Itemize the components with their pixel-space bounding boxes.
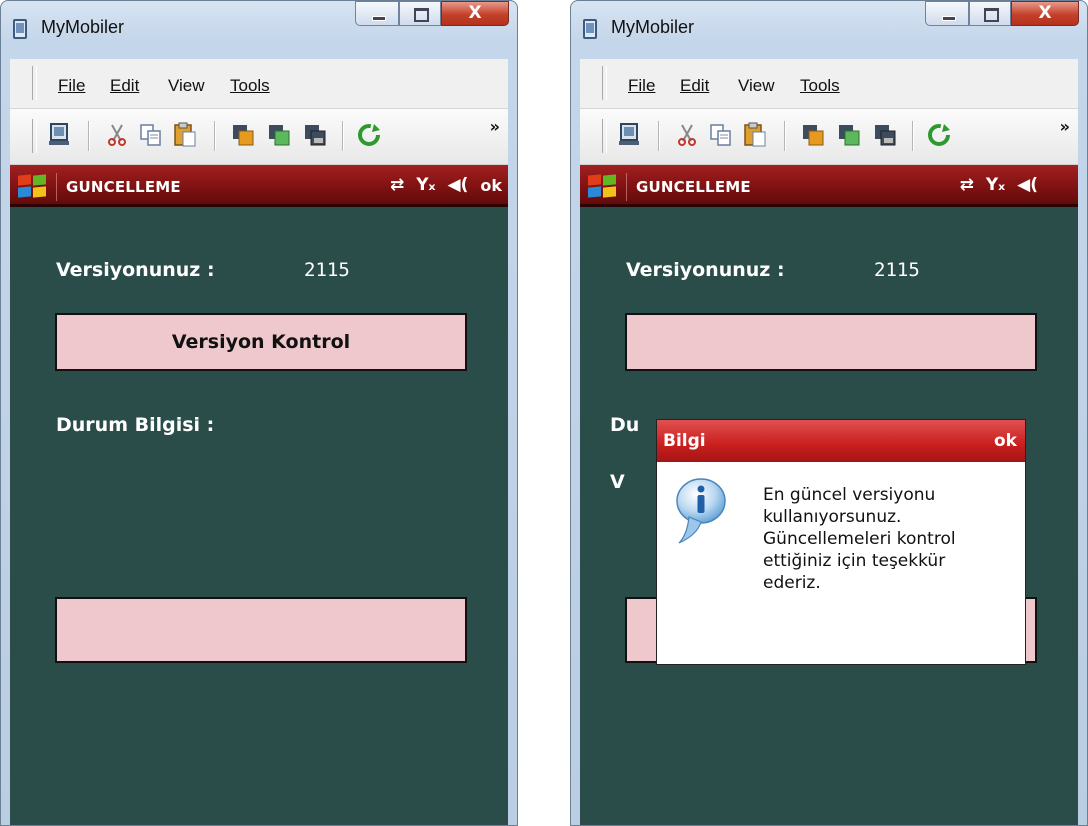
no-signal-icon[interactable]: Yₓ xyxy=(986,175,1005,195)
menu-file[interactable]: File xyxy=(628,76,655,96)
toolbar: » xyxy=(10,109,508,165)
info-icon xyxy=(676,478,726,544)
receive-file-icon[interactable] xyxy=(836,122,862,148)
connectivity-icon[interactable]: ⇄ xyxy=(390,175,404,195)
toolbar-grip[interactable] xyxy=(602,119,607,153)
title-separator xyxy=(56,173,57,201)
window-title: MyMobiler xyxy=(611,17,695,37)
toolbar-separator xyxy=(88,121,90,151)
device-status-icons: ⇄ Yₓ ◀( ok xyxy=(390,175,502,195)
volume-icon[interactable]: ◀( xyxy=(1017,175,1038,195)
app-icon xyxy=(583,19,597,39)
status-label: Durum Bilgisi : xyxy=(56,414,215,436)
windows-start-icon[interactable] xyxy=(18,174,48,199)
device-screen: GUNCELLEME ⇄ Yₓ ◀( ok Versiyonunuz : 211… xyxy=(10,165,508,825)
menu-tools[interactable]: Tools xyxy=(230,76,270,96)
menu-grip[interactable] xyxy=(32,66,37,100)
refresh-icon[interactable] xyxy=(356,122,382,148)
send-file-icon[interactable] xyxy=(800,122,826,148)
close-icon: X xyxy=(468,3,482,23)
toolbar-overflow-chevron-icon[interactable]: » xyxy=(490,117,500,136)
device-icon[interactable] xyxy=(46,122,72,148)
toolbar-separator xyxy=(658,121,660,151)
app-icon xyxy=(13,19,27,39)
toolbar-overflow-chevron-icon[interactable]: » xyxy=(1060,117,1070,136)
toolbar-separator xyxy=(214,121,216,151)
volume-icon[interactable]: ◀( xyxy=(448,175,469,195)
minimize-button[interactable] xyxy=(355,1,399,26)
menu-bar: File Edit View Tools xyxy=(10,59,508,109)
device-title-bar: GUNCELLEME ⇄ Yₓ ◀( xyxy=(580,165,1078,207)
maximize-button[interactable] xyxy=(969,1,1011,26)
window-client: File Edit View Tools » GUNCELLEME ⇄ Yₓ ◀… xyxy=(580,59,1078,825)
cut-icon[interactable] xyxy=(674,122,700,148)
device-app-title: GUNCELLEME xyxy=(66,178,181,196)
no-signal-icon[interactable]: Yₓ xyxy=(416,175,435,195)
capture-icon[interactable] xyxy=(872,122,898,148)
version-check-button[interactable] xyxy=(625,313,1037,371)
toolbar-grip[interactable] xyxy=(32,119,37,153)
close-button[interactable]: X xyxy=(441,1,509,26)
title-separator xyxy=(626,173,627,201)
info-dialog: Bilgi ok En güncel versiyonu kullanıyors… xyxy=(656,419,1026,665)
dialog-header: Bilgi ok xyxy=(657,420,1025,462)
copy-icon[interactable] xyxy=(138,122,164,148)
refresh-icon[interactable] xyxy=(926,122,952,148)
minimize-button[interactable] xyxy=(925,1,969,26)
paste-icon[interactable] xyxy=(172,122,198,148)
device-icon[interactable] xyxy=(616,122,642,148)
toolbar: » xyxy=(580,109,1078,165)
menu-bar: File Edit View Tools xyxy=(580,59,1078,109)
maximize-button[interactable] xyxy=(399,1,441,26)
minimize-icon xyxy=(942,16,956,21)
dialog-ok-button[interactable]: ok xyxy=(994,431,1017,451)
dialog-message: En güncel versiyonu kullanıyorsunuz. Gün… xyxy=(763,485,956,593)
window-client: File Edit View Tools » GUNCELLEME ⇄ Yₓ ◀… xyxy=(10,59,508,825)
mymobiler-window-main: MyMobiler X File Edit View Tools » GUNCE… xyxy=(0,0,518,826)
status-output-box xyxy=(55,597,467,663)
window-titlebar[interactable]: MyMobiler X xyxy=(571,1,1087,59)
menu-edit[interactable]: Edit xyxy=(680,76,709,96)
device-status-icons: ⇄ Yₓ ◀( xyxy=(960,175,1038,195)
menu-view[interactable]: View xyxy=(168,76,205,96)
menu-file[interactable]: File xyxy=(58,76,85,96)
menu-edit[interactable]: Edit xyxy=(110,76,139,96)
mymobiler-window-dialog: MyMobiler X File Edit View Tools » GUNCE… xyxy=(570,0,1088,826)
device-screen: GUNCELLEME ⇄ Yₓ ◀( Versiyonunuz : 2115 D… xyxy=(580,165,1078,825)
close-icon: X xyxy=(1038,3,1052,23)
capture-icon[interactable] xyxy=(302,122,328,148)
version-value: 2115 xyxy=(874,259,920,281)
toolbar-separator xyxy=(912,121,914,151)
maximize-icon xyxy=(984,8,999,22)
toolbar-separator xyxy=(784,121,786,151)
paste-icon[interactable] xyxy=(742,122,768,148)
version-label: Versiyonunuz : xyxy=(56,259,215,281)
connectivity-icon[interactable]: ⇄ xyxy=(960,175,974,195)
menu-tools[interactable]: Tools xyxy=(800,76,840,96)
device-app-title: GUNCELLEME xyxy=(636,178,751,196)
receive-file-icon[interactable] xyxy=(266,122,292,148)
device-title-bar: GUNCELLEME ⇄ Yₓ ◀( ok xyxy=(10,165,508,207)
copy-icon[interactable] xyxy=(708,122,734,148)
cut-icon[interactable] xyxy=(104,122,130,148)
status-label-obscured: Du xyxy=(610,414,640,436)
dialog-title: Bilgi xyxy=(663,431,706,451)
window-title: MyMobiler xyxy=(41,17,125,37)
version-label: Versiyonunuz : xyxy=(626,259,785,281)
window-titlebar[interactable]: MyMobiler X xyxy=(1,1,517,59)
send-file-icon[interactable] xyxy=(230,122,256,148)
close-button[interactable]: X xyxy=(1011,1,1079,26)
ok-softkey[interactable]: ok xyxy=(480,176,502,195)
second-label-obscured: V xyxy=(610,471,625,493)
toolbar-separator xyxy=(342,121,344,151)
maximize-icon xyxy=(414,8,429,22)
version-value: 2115 xyxy=(304,259,350,281)
menu-view[interactable]: View xyxy=(738,76,775,96)
windows-start-icon[interactable] xyxy=(588,174,618,199)
menu-grip[interactable] xyxy=(602,66,607,100)
minimize-icon xyxy=(372,16,386,21)
version-check-button[interactable]: Versiyon Kontrol xyxy=(55,313,467,371)
